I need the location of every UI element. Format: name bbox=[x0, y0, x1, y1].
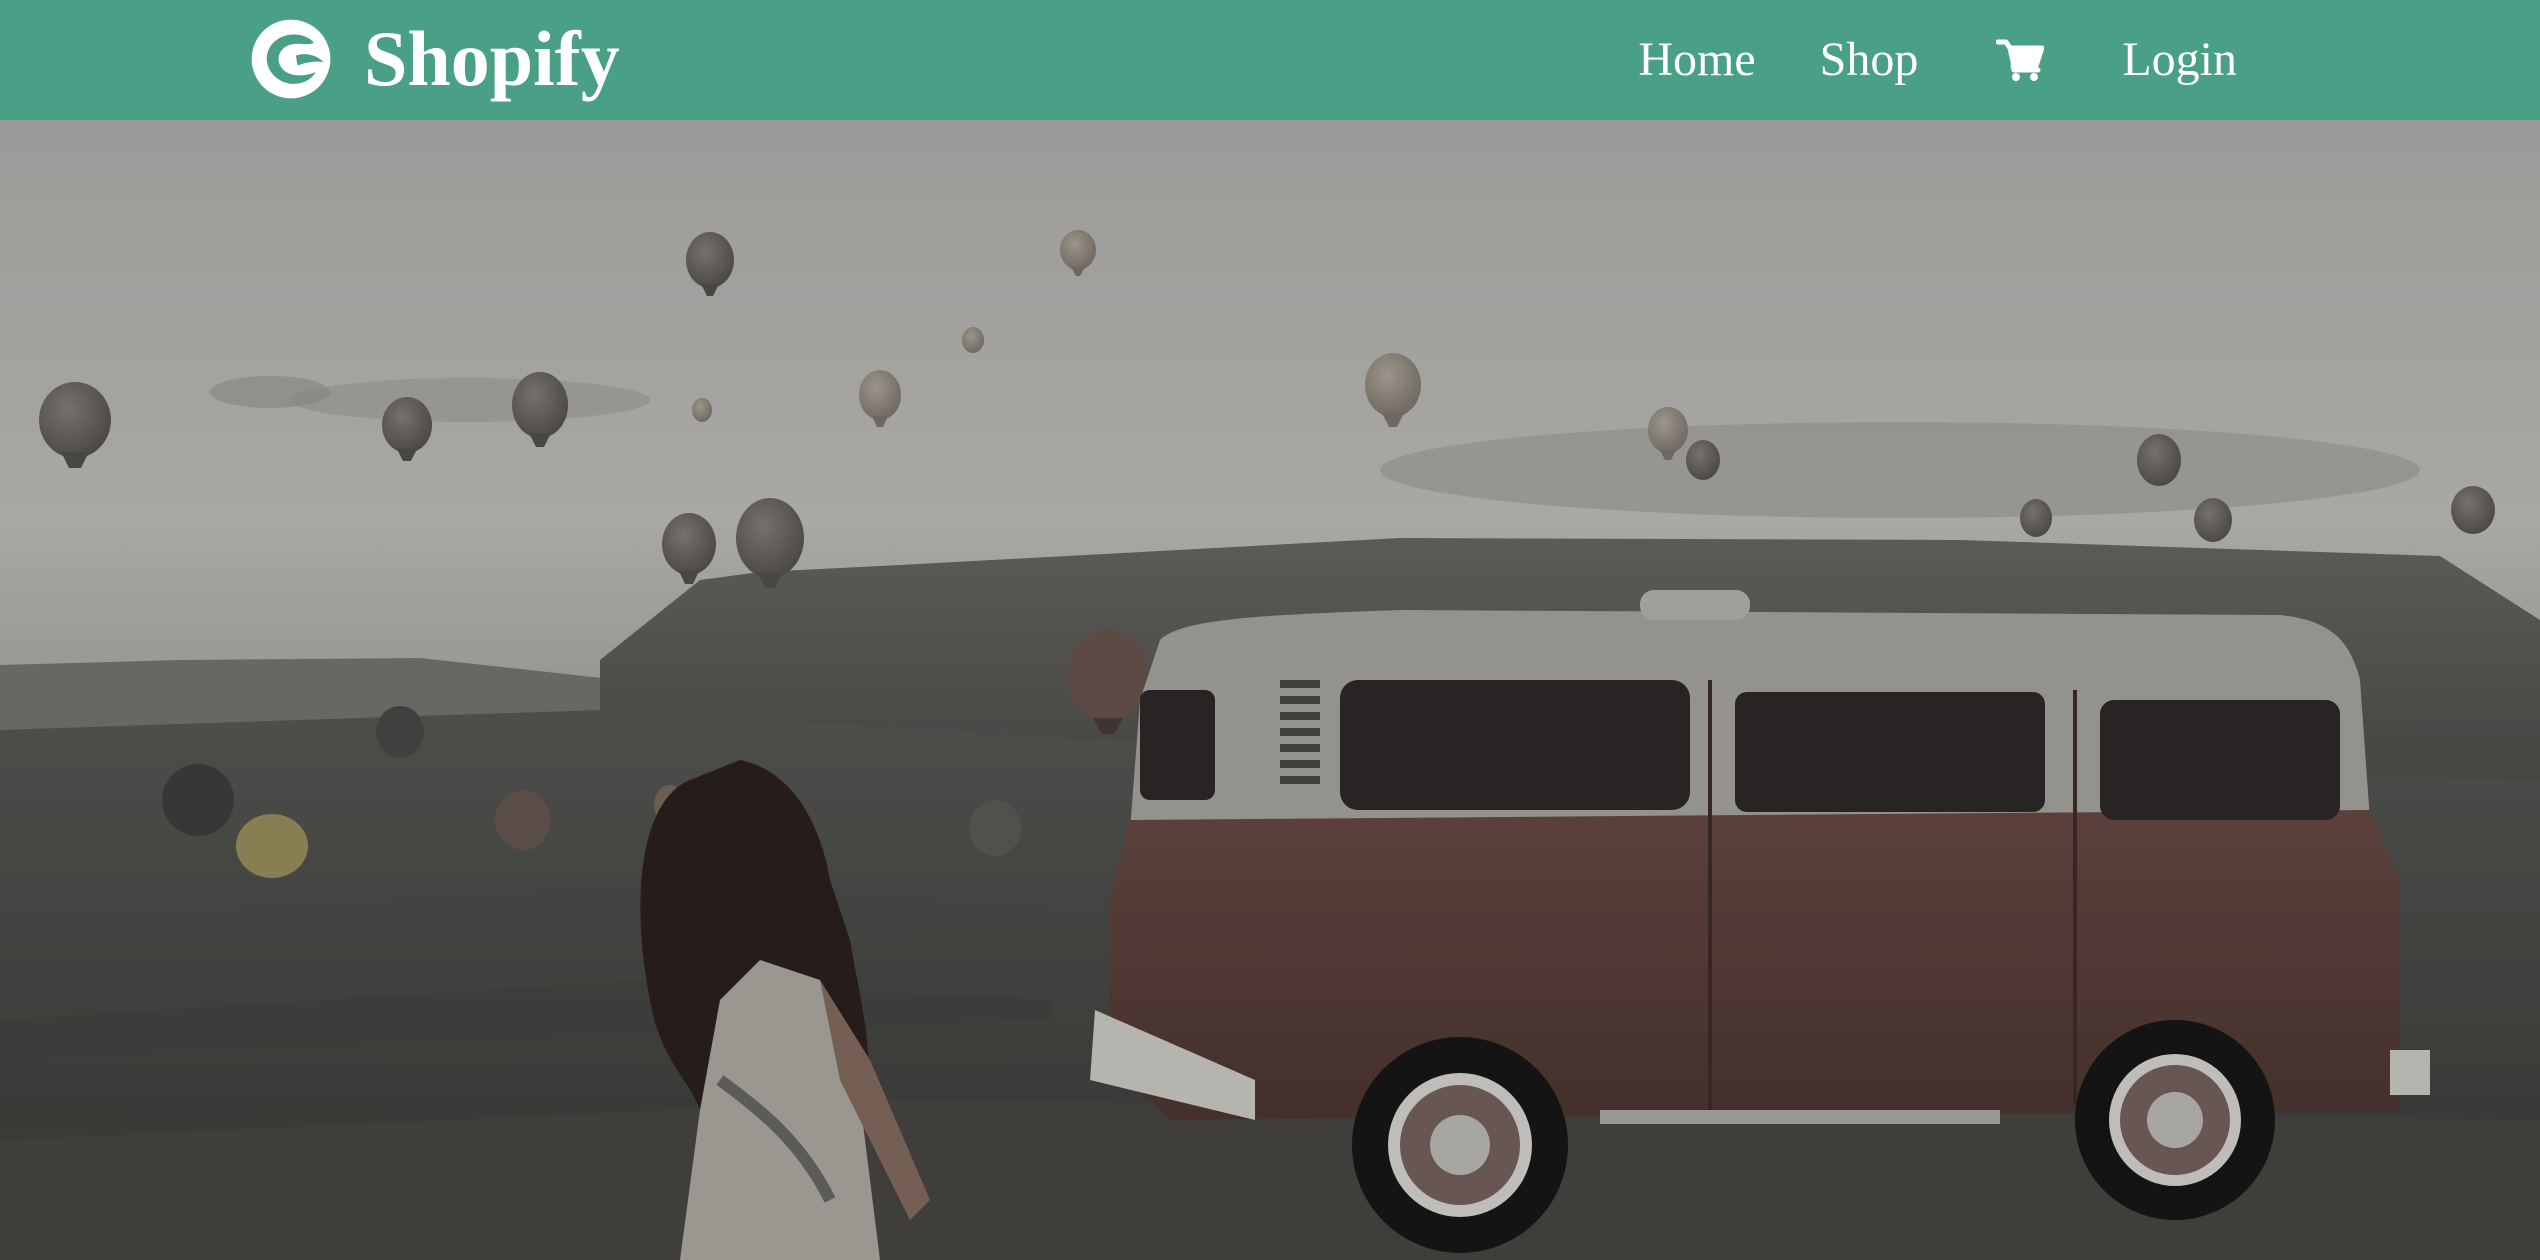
hero-background-image bbox=[0, 120, 2540, 1260]
top-navbar: Shopify Home Shop Login bbox=[0, 0, 2540, 120]
nav-shop-link[interactable]: Shop bbox=[1820, 30, 1919, 90]
nav-login-link[interactable]: Login bbox=[2122, 30, 2237, 90]
main-nav: Home Shop Login bbox=[1638, 0, 2237, 120]
brand-name: Shopify bbox=[364, 15, 620, 102]
nav-home-link[interactable]: Home bbox=[1638, 30, 1755, 90]
hero-section bbox=[0, 120, 2540, 1260]
cart-link[interactable] bbox=[1996, 38, 2045, 82]
shopify-logo-icon bbox=[251, 19, 331, 99]
brand-link[interactable]: Shopify bbox=[250, 14, 620, 104]
shopping-cart-icon bbox=[1996, 39, 2045, 81]
